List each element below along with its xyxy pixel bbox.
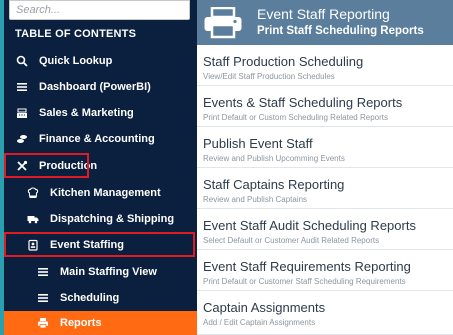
- report-title: Event Staff Requirements Reporting: [203, 259, 411, 274]
- report-description: Review and Publish Upcomming Events: [203, 154, 345, 163]
- sidebar-item-sales-marketing[interactable]: Sales & Marketing: [4, 100, 197, 125]
- sidebar-item-kitchen-management[interactable]: Kitchen Management: [4, 180, 197, 205]
- report-title: Event Staff Audit Scheduling Reports: [203, 218, 416, 233]
- report-item-event-staff-audit-scheduling-reports[interactable]: Event Staff Audit Scheduling Reports Sel…: [197, 209, 453, 250]
- printer-icon: [36, 316, 50, 330]
- reports-list: Staff Production Scheduling View/Edit St…: [197, 45, 453, 335]
- search-input[interactable]: [9, 0, 190, 20]
- sidebar-item-quick-lookup[interactable]: Quick Lookup: [4, 48, 197, 73]
- production-highlight-outline: [4, 153, 89, 178]
- report-item-event-staff-requirements-reporting[interactable]: Event Staff Requirements Reporting Print…: [197, 250, 453, 291]
- menu-lines-icon: [36, 291, 50, 305]
- search-icon: [15, 54, 29, 68]
- sidebar-item-label: Kitchen Management: [50, 186, 161, 199]
- sidebar-item-label: Dashboard (PowerBI): [39, 80, 151, 93]
- printer-icon: [203, 6, 243, 39]
- report-item-staff-production-scheduling[interactable]: Staff Production Scheduling View/Edit St…: [197, 45, 453, 86]
- sidebar-item-label: Sales & Marketing: [39, 106, 134, 119]
- coins-icon: [15, 132, 29, 146]
- sidebar-item-main-staffing-view[interactable]: Main Staffing View: [4, 259, 197, 284]
- toc-heading: TABLE OF CONTENTS: [15, 28, 137, 40]
- sidebar-item-label: Dispatching & Shipping: [50, 212, 175, 225]
- menu-lines-icon: [36, 265, 50, 279]
- page-subtitle: Print Staff Scheduling Reports: [257, 25, 424, 37]
- report-title: Captain Assignments: [203, 300, 326, 315]
- report-description: Print Default or Custom Scheduling Relat…: [203, 113, 388, 122]
- sidebar-item-scheduling[interactable]: Scheduling: [4, 285, 197, 310]
- sidebar-item-label: Quick Lookup: [39, 54, 113, 67]
- report-description: Review and Publish Captains: [203, 195, 308, 204]
- sidebar-item-label: Scheduling: [60, 291, 120, 304]
- sidebar-item-finance-accounting[interactable]: Finance & Accounting: [4, 126, 197, 151]
- report-description: Select Default or Customer Audit Related…: [203, 236, 380, 245]
- menu-lines-icon: [15, 80, 29, 94]
- report-title: Staff Captains Reporting: [203, 177, 345, 192]
- report-description: Add / Edit Captain Assignments: [203, 318, 316, 327]
- sidebar-item-dispatching-shipping[interactable]: Dispatching & Shipping: [4, 206, 197, 231]
- sidebar: TABLE OF CONTENTS Quick Lookup Dashboard…: [0, 0, 197, 335]
- cash-register-icon: [15, 106, 29, 120]
- truck-icon: [26, 212, 40, 226]
- sidebar-item-label: Finance & Accounting: [39, 132, 155, 145]
- report-description: View/Edit Staff Production Schedules: [203, 72, 335, 81]
- report-title: Staff Production Scheduling: [203, 54, 364, 69]
- chef-hat-icon: [26, 186, 40, 200]
- report-item-events-staff-scheduling-reports[interactable]: Events & Staff Scheduling Reports Print …: [197, 86, 453, 127]
- report-description: Print Default or Customer Staff Scheduli…: [203, 277, 406, 286]
- sidebar-item-dashboard[interactable]: Dashboard (PowerBI): [4, 74, 197, 99]
- sidebar-item-label: Main Staffing View: [60, 265, 157, 278]
- report-title: Events & Staff Scheduling Reports: [203, 95, 403, 110]
- sidebar-item-label: Reports: [60, 317, 102, 329]
- report-title: Publish Event Staff: [203, 136, 313, 151]
- report-item-staff-captains-reporting[interactable]: Staff Captains Reporting Review and Publ…: [197, 168, 453, 209]
- sidebar-item-reports[interactable]: Reports: [4, 311, 197, 335]
- event-staffing-highlight-outline: [4, 232, 195, 257]
- report-item-captain-assignments[interactable]: Captain Assignments Add / Edit Captain A…: [197, 291, 453, 335]
- page-title: Event Staff Reporting: [257, 6, 390, 22]
- report-item-publish-event-staff[interactable]: Publish Event Staff Review and Publish U…: [197, 127, 453, 168]
- page-header: Event Staff Reporting Print Staff Schedu…: [197, 0, 453, 45]
